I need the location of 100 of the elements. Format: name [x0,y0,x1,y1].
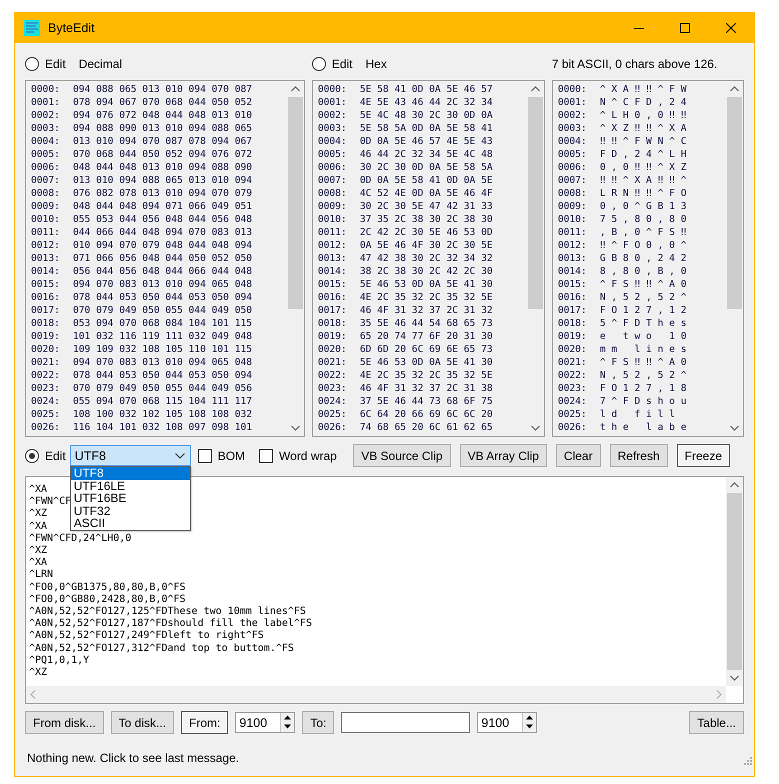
scroll-down-icon[interactable] [290,425,300,431]
button[interactable]: Table... [689,711,744,734]
button[interactable]: VB Source Clip [353,444,451,467]
offset-label: 0024: [558,395,588,408]
button[interactable]: Clear [556,444,601,467]
byte-values: 6D 6D 20 6C 69 6E 65 73 [360,343,493,356]
dropdown-option[interactable]: UTF8 [70,467,190,480]
scrollbar[interactable] [726,477,743,686]
radio-button[interactable] [25,448,39,462]
maximize-icon[interactable] [680,23,690,33]
byte-values: ^ F S ‼ ‼ ^ A 0 [600,356,686,369]
radio-label: Edit [45,448,66,462]
offset-label: 0009: [318,200,348,213]
close-icon[interactable] [726,23,736,33]
button[interactable]: Refresh [610,444,668,467]
byte-values: 094 070 083 013 010 094 065 048 [73,356,252,369]
byte-values: 094 088 065 013 010 094 070 087 [73,83,252,96]
button[interactable]: VB Array Clip [460,444,547,467]
dropdown-option[interactable]: ASCII [70,517,190,530]
button[interactable]: To disk... [110,711,174,734]
offset-label: 0017: [318,304,348,317]
radio-button[interactable] [312,57,326,71]
offset-label: 0007: [558,174,588,187]
byte-values: 2C 42 2C 30 5E 46 53 0D [360,226,493,239]
button[interactable]: To: [302,711,334,734]
scroll-thumb[interactable] [727,97,742,309]
offset-label: 0021: [558,356,588,369]
byte-values: 0 , 0 ‼ ‼ ^ X Z [600,161,686,174]
byte-values: 078 044 053 050 044 053 050 094 [73,369,252,382]
byte-values: 013 010 094 070 087 078 094 067 [73,135,252,148]
dropdown-option[interactable]: UTF32 [70,504,190,517]
offset-label: 0016: [31,291,61,304]
text-editor[interactable] [25,476,744,704]
checkbox[interactable] [198,448,212,462]
byte-values: 74 68 65 20 6C 61 62 65 [360,421,493,434]
byte-values: N , 5 2 , 5 2 ^ [600,291,686,304]
panel-caption: Hex [366,57,387,71]
byte-values: 6C 64 20 66 69 6C 6C 20 [360,408,493,421]
button[interactable]: From: [181,711,228,734]
offset-label: 0015: [31,278,61,291]
byte-values: 4E 2C 35 32 2C 35 32 5E [360,291,493,304]
byte-values: 078 044 053 050 044 053 050 094 [73,291,252,304]
code-line: ^XA [29,557,48,570]
offset-label: 0020: [558,343,588,356]
byte-values: ^ F S ‼ ‼ ^ A 0 [600,278,686,291]
button[interactable]: Freeze [676,444,730,467]
encoding-dropdown[interactable]: UTF8 [70,445,191,466]
number-field[interactable]: 9100 [235,712,296,733]
code-line: ^FO0,0^GB1375,80,80,B,0^FS [29,582,186,594]
offset-label: 0025: [558,408,588,421]
dropdown-option[interactable]: UTF16LE [70,480,190,492]
scroll-up-icon[interactable] [730,482,739,488]
byte-values: 055 053 044 056 048 044 056 048 [73,213,252,226]
byte-values: l d f i l l [600,408,675,421]
resize-grip-icon[interactable] [742,755,752,765]
code-line: ^XZ [29,545,48,558]
scroll-thumb[interactable] [528,97,543,309]
offset-label: 0021: [31,356,61,369]
scroll-thumb[interactable] [288,97,303,309]
offset-label: 0000: [318,83,348,96]
number-field[interactable]: 9100 [477,712,538,733]
scroll-down-icon[interactable] [730,675,739,681]
offset-label: 0001: [31,96,61,109]
offset-label: 0009: [31,200,61,213]
offset-label: 0021: [318,356,348,369]
byte-values: N ^ C F D , 2 4 [600,96,686,109]
scroll-down-icon[interactable] [730,425,740,431]
scroll-up-icon[interactable] [530,86,540,92]
checkbox[interactable] [259,448,274,462]
dropdown-option[interactable]: UTF16BE [70,492,190,504]
byte-values: 5E 46 53 0D 0A 5E 41 30 [360,356,493,369]
scroll-up-icon[interactable] [730,86,740,92]
input-field[interactable] [341,712,470,733]
offset-label: 0012: [31,239,61,252]
byte-values: e t w o 1 0 [600,330,686,343]
offset-label: 0006: [318,161,348,174]
byte-values: 46 44 2C 32 34 5E 4C 48 [360,148,493,161]
code-line: ^FWN^CF [29,496,72,508]
button[interactable]: From disk... [25,711,104,734]
byte-values: ‼ ^ F O 0 , 0 ^ [600,239,686,252]
offset-label: 0013: [31,252,61,265]
byte-values: 013 010 094 088 065 013 010 094 [73,174,252,187]
byte-values: ^ X Z ‼ ‼ ^ X A [600,122,686,135]
scroll-down-icon[interactable] [530,425,540,431]
offset-label: 0000: [31,83,61,96]
offset-label: 0022: [31,369,61,382]
byte-values: 094 076 072 048 044 048 013 010 [73,109,252,122]
offset-label: 0006: [31,161,61,174]
byte-values: ^ X A ‼ ‼ ^ F W [600,83,686,96]
byte-values: F O 1 2 7 , 1 2 [600,304,686,317]
byte-values: ^ L H 0 , 0 ‼ ‼ [600,109,686,122]
offset-label: 0016: [558,291,588,304]
scroll-thumb[interactable] [727,493,742,670]
caret-icon [174,452,185,458]
byte-values: 5E 58 5A 0D 0A 5E 58 41 [360,122,493,135]
status-message[interactable]: Nothing new. Click to see last message. [27,751,240,765]
radio-button[interactable] [25,57,39,71]
code-line: ^A0N,52,52^FO127,125^FDThese two 10mm lines^FS [29,606,306,618]
scroll-up-icon[interactable] [290,86,300,92]
byte-values: 0A 5E 46 4F 30 2C 30 5E [360,239,493,252]
